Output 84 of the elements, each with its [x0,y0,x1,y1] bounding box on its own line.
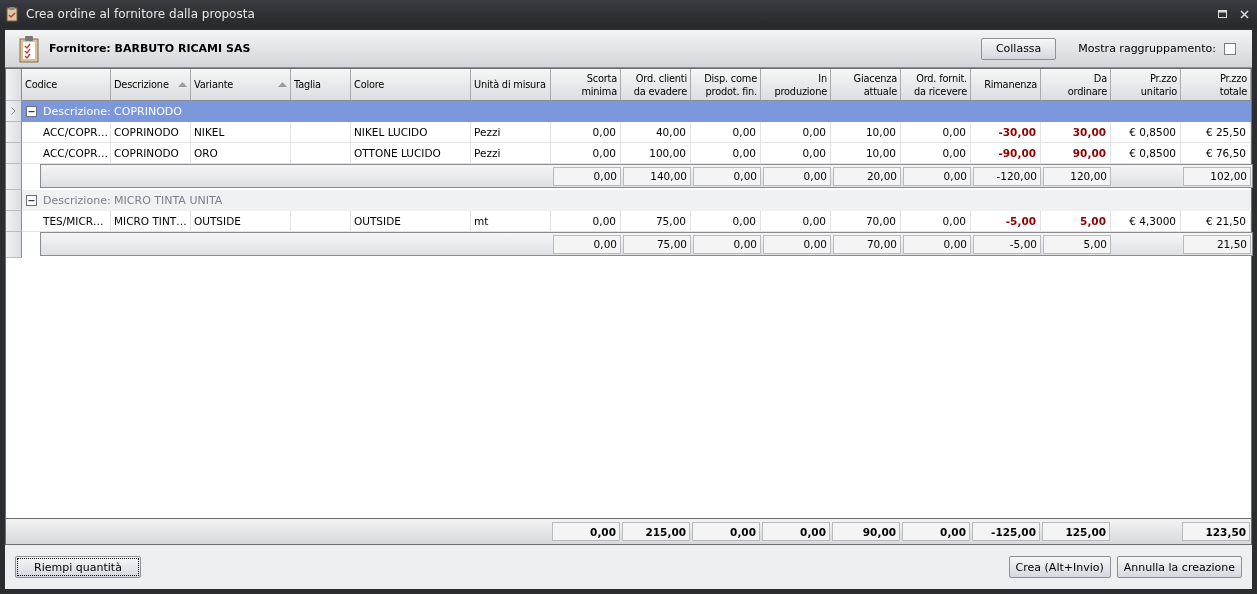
table-cell: ACC/COPR… [22,122,111,143]
table-cell: 0,00 [761,122,831,143]
table-cell: 0,00 [691,122,761,143]
total-cell: 0,00 [693,166,761,186]
total-cell: 215,00 [622,522,690,541]
total-cell: 0,00 [553,166,621,186]
row-indicator[interactable] [6,211,22,232]
total-cell: 75,00 [623,234,691,254]
column-header[interactable]: In produzione [761,69,831,101]
column-header[interactable]: Pr.zzo unitario [1111,69,1181,101]
column-header[interactable]: Descrizione [111,69,191,101]
total-cell: 0,00 [552,522,620,541]
total-cell: 0,00 [763,166,831,186]
total-cell: 0,00 [553,234,621,254]
total-cell: 5,00 [1043,234,1111,254]
total-cell: 0,00 [763,234,831,254]
total-cell: 125,00 [1042,522,1110,541]
group-row[interactable]: Descrizione: MICRO TINTA UNITA [22,190,1251,211]
table-cell: 10,00 [831,122,901,143]
column-header[interactable]: Disp. come prodot. fin. [691,69,761,101]
column-header[interactable]: Ord. fornit. da ricevere [901,69,971,101]
collapse-button[interactable]: Collassa [980,37,1057,60]
column-header[interactable]: Pr.zzo totale [1181,69,1251,101]
total-cell: 102,00 [1183,166,1251,186]
grouping-checkbox[interactable] [1224,42,1236,55]
table-cell: COPRINODO [111,122,191,143]
cancel-button[interactable]: Annulla la creazione [1116,556,1242,578]
column-header[interactable]: Taglia [291,69,351,101]
total-cell: 123,50 [1182,522,1250,541]
total-cell: 0,00 [903,166,971,186]
table-cell: € 0,8500 [1111,122,1181,143]
table-cell: Pezzi [471,122,551,143]
column-header[interactable]: Unità di misura [471,69,551,101]
total-cell: -120,00 [973,166,1041,186]
sort-arrow-icon [178,82,187,87]
grouping-label: Mostra raggruppamento: [1078,42,1216,55]
maximize-button[interactable] [1215,7,1229,21]
window-title: Crea ordine al fornitore dalla proposta [26,7,256,21]
column-header[interactable]: Scorta minima [551,69,621,101]
create-button[interactable]: Crea (Alt+Invio) [1008,556,1111,578]
total-cell: -125,00 [972,522,1040,541]
table-cell: NIKEL [191,122,291,143]
row-pointer-icon [11,107,16,115]
table-cell: € 25,50 [1181,122,1251,143]
total-cell: 0,00 [903,234,971,254]
table-cell [291,122,351,143]
column-header[interactable]: Ord. clienti da evadere [621,69,691,101]
group-label: Descrizione: MICRO TINTA UNITA [43,194,223,207]
total-cell: 21,50 [1183,234,1251,254]
row-indicator[interactable] [6,122,22,143]
total-cell: 140,00 [623,166,691,186]
column-header[interactable]: Rimanenza [971,69,1041,101]
column-header[interactable]: Codice [22,69,111,101]
total-cell: 0,00 [693,234,761,254]
total-cell: 90,00 [832,522,900,541]
table-cell: NIKEL LUCIDO [351,122,471,143]
close-button[interactable] [1237,7,1251,21]
row-indicator[interactable] [6,232,22,258]
total-cell: 0,00 [762,522,830,541]
total-cell: 20,00 [833,166,901,186]
fill-quantity-button[interactable]: Riempi quantità [15,556,141,578]
table-cell: 40,00 [621,122,691,143]
row-indicator[interactable] [6,143,22,164]
column-header[interactable]: Colore [351,69,471,101]
total-cell: 70,00 [833,234,901,254]
column-header[interactable]: Da ordinare [1041,69,1111,101]
total-cell: 0,00 [902,522,970,541]
supplier-label: Fornitore: BARBUTO RICAMI SAS [49,42,252,55]
total-cell: -5,00 [973,234,1041,254]
table-cell: 0,00 [901,122,971,143]
row-indicator[interactable] [6,164,22,190]
group-label: Descrizione: COPRINODO [43,105,182,118]
total-cell: 0,00 [692,522,760,541]
clipboard-checklist-icon [17,34,41,63]
total-cell: 120,00 [1043,166,1111,186]
clipboard-icon [6,6,18,22]
table-cell: 0,00 [551,122,621,143]
table-cell: 30,00 [1041,122,1111,143]
column-header[interactable]: Giacenza attuale [831,69,901,101]
sort-arrow-icon [278,82,287,87]
column-header[interactable]: Variante [191,69,291,101]
table-cell: -30,00 [971,122,1041,143]
collapse-icon[interactable] [26,106,37,117]
collapse-icon[interactable] [26,195,37,206]
